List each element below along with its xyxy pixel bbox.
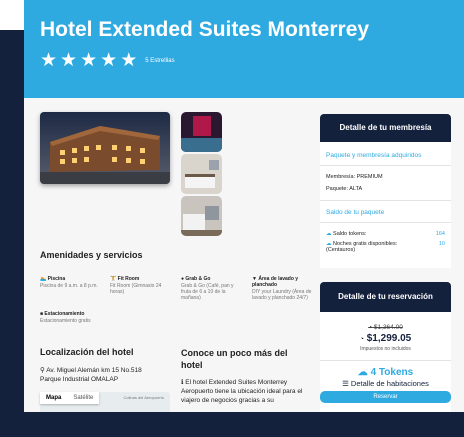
membership-panel: Detalle de tu membresía Paquete y membre…	[320, 114, 451, 268]
hotel-title: Hotel Extended Suites Monterrey	[40, 18, 370, 41]
address-line-2: Parque Industrial OMALAP	[40, 376, 119, 383]
membership-line: Membresía: PREMIUM	[326, 174, 383, 180]
dumbbell-icon: 🏋	[110, 276, 117, 282]
amenities-title: Amenidades y servicios	[40, 250, 143, 260]
tokens-row: ☁ Saldo tokens: 164	[326, 231, 445, 237]
tokens-label: Saldo tokens:	[333, 231, 367, 237]
star-icon: ★	[40, 50, 58, 71]
bag-icon: ●	[181, 276, 185, 282]
clock-icon: ◔	[359, 336, 364, 343]
cloud-icon: ☁	[357, 367, 368, 378]
amenity-name: Estacionamiento	[44, 311, 85, 317]
star-rating: ★ ★ ★ ★ ★ 5 Estrellias	[40, 51, 175, 70]
balance-link[interactable]: Saldo de tu paquete	[326, 209, 445, 216]
hotel-thumb-room[interactable]	[181, 154, 222, 194]
hotel-header: Hotel Extended Suites Monterrey ★ ★ ★ ★ …	[24, 0, 464, 98]
membership-header: Detalle de tu membresía	[320, 114, 451, 142]
amenity-grab-go: ● Grab & Go Grab & Go (Café, pan y fruta…	[181, 276, 243, 301]
reservation-panel: Detalle de tu reservación ◔ $1,364.00 ◔ …	[320, 282, 451, 412]
amenity-fit-room: 🏋 Fit Room Fit Room (Gimnasio 24 horas)	[110, 276, 172, 295]
amenity-name: Fit Room	[117, 276, 140, 282]
amenity-pool: 🏊 Piscina Piscina de 9 a.m. a 8 p.m.	[40, 276, 102, 289]
map-type-tabs: Mapa Satélite	[40, 392, 100, 404]
amenity-desc: Piscina de 9 a.m. a 8 p.m.	[40, 283, 98, 289]
map-area-label: Colinas del Aeropuerto	[123, 395, 164, 400]
amenity-desc: Fit Room (Gimnasio 24 horas)	[110, 283, 162, 295]
amenity-name: Grab & Go	[185, 276, 211, 282]
star-icon: ★	[100, 50, 118, 71]
package-line: Paquete: ALTA	[326, 186, 363, 192]
tax-note: Impuestos no incluidos	[360, 346, 411, 352]
location-map[interactable]: Mapa Satélite Colinas del Aeropuerto	[40, 392, 170, 412]
nights-row: ☁ Noches gratis disponibles: (Centauros)…	[326, 241, 445, 253]
bed-icon: ☰	[342, 379, 349, 388]
nights-label: Noches gratis disponibles: (Centauros)	[326, 241, 398, 253]
map-pin-icon: ⚲	[40, 367, 45, 374]
amenity-desc: DIY your Laundry (Área de lavado y planc…	[252, 289, 312, 301]
about-body: El hotel Extended Suites Monterrey Aerop…	[181, 379, 303, 404]
swimmer-icon: 🏊	[40, 276, 47, 282]
navy-footer-band	[0, 410, 464, 437]
about-title: Conoce un poco más del hotel	[181, 348, 288, 370]
rooms-detail[interactable]: ☰ Detalle de habitaciones	[320, 379, 451, 388]
location-address: ⚲ Av. Miguel Alemán km 15 No.518 Parque …	[40, 366, 142, 384]
divider	[320, 360, 451, 361]
acquired-link[interactable]: Paquete y membresía adquiridos	[326, 152, 445, 159]
amenity-parking: ■ Estacionamiento Estacionamiento gratis	[40, 311, 120, 324]
star-icon: ★	[120, 50, 138, 71]
divider	[320, 165, 451, 166]
nights-value: 10	[438, 241, 445, 247]
tokens-total: ☁ 4 Tokens	[357, 367, 414, 378]
hotel-main-photo[interactable]	[40, 112, 170, 184]
amenity-name: Área de lavado y planchado	[252, 276, 299, 288]
address-line-1: Av. Miguel Alemán km 15 No.518	[46, 367, 142, 374]
stars-label: 5 Estrellias	[145, 57, 175, 64]
star-icon: ★	[80, 50, 98, 71]
hotel-thumb-pool[interactable]	[181, 112, 222, 152]
old-price: ◔ $1,364.00	[368, 324, 403, 331]
divider	[320, 222, 451, 223]
reserve-button[interactable]: Reservar	[320, 391, 451, 403]
cloud-icon: ☁	[326, 231, 332, 237]
about-text: ℹ El hotel Extended Suites Monterrey Aer…	[181, 378, 309, 405]
car-icon: ■	[40, 311, 44, 317]
hotel-thumb-suite[interactable]	[181, 196, 222, 236]
map-tab-map[interactable]: Mapa	[40, 392, 67, 404]
hotel-content: Amenidades y servicios 🏊 Piscina Piscina…	[24, 98, 464, 412]
info-icon: ℹ	[181, 379, 184, 386]
reservation-header: Detalle de tu reservación	[320, 282, 451, 312]
map-tab-satellite[interactable]: Satélite	[67, 392, 99, 404]
amenity-laundry: ▼ Área de lavado y planchado DIY your La…	[252, 276, 312, 301]
amenity-desc: Grab & Go (Café, pan y fruta de 6 a 10 d…	[181, 283, 234, 301]
hotel-card: Hotel Extended Suites Monterrey ★ ★ ★ ★ …	[24, 0, 464, 412]
new-price: ◔ $1,299.05	[359, 333, 412, 344]
star-icon: ★	[60, 50, 78, 71]
divider	[320, 200, 451, 201]
tokens-value: 164	[435, 231, 445, 237]
amenity-desc: Estacionamiento gratis	[40, 318, 91, 324]
amenity-name: Piscina	[47, 276, 66, 282]
clock-icon: ◔	[368, 324, 373, 331]
location-title: Localización del hotel	[40, 347, 134, 357]
